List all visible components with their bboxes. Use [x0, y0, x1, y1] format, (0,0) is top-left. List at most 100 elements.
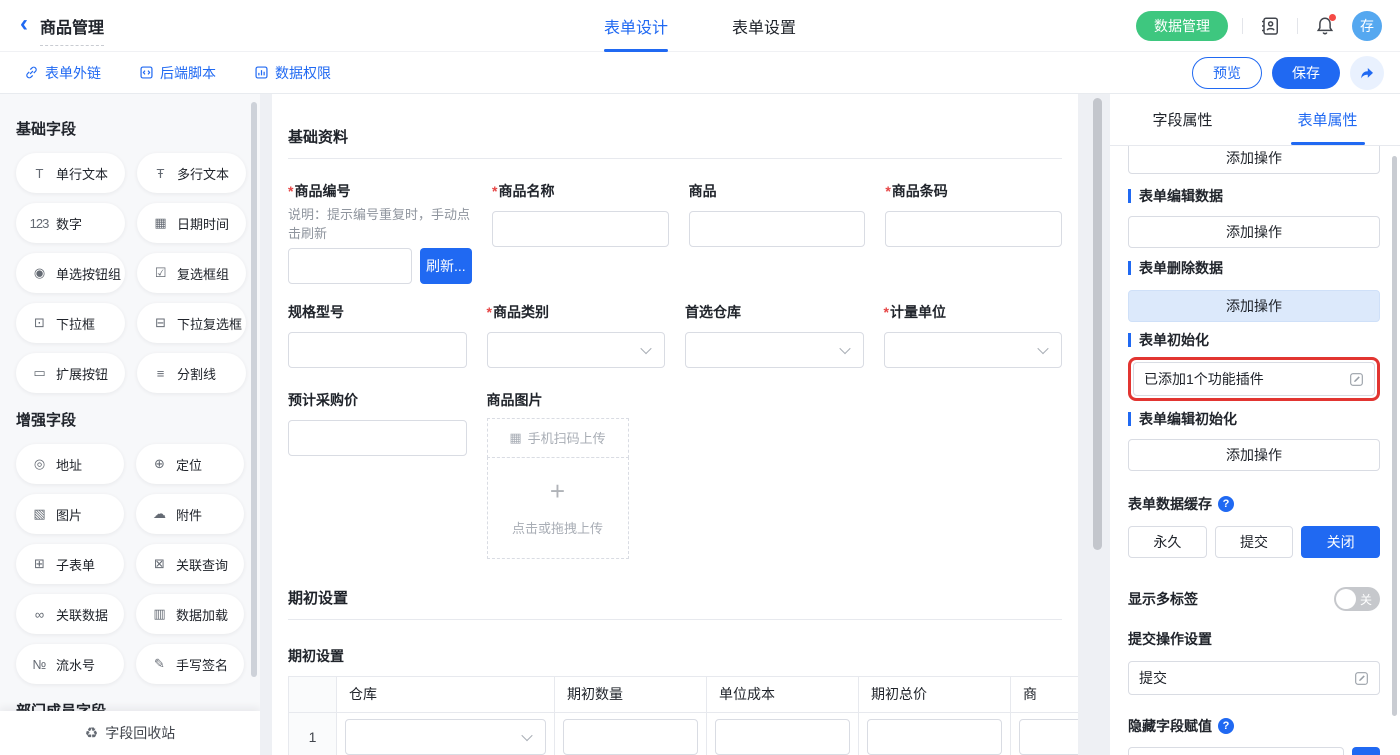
tab-form-settings[interactable]: 表单设置: [732, 0, 796, 52]
field-product-image[interactable]: 商品图片 ▦ 手机扫码上传 + 点击或拖拽上传: [487, 390, 666, 559]
hidden-assign-field[interactable]: 始终重新计算: [1128, 747, 1344, 755]
edit-icon[interactable]: [1349, 372, 1364, 387]
sidebar-item-label: 复选框组: [177, 264, 229, 283]
row-clipped-input[interactable]: [1019, 719, 1078, 755]
sidebar-item-signature[interactable]: ✎手写签名: [136, 644, 244, 684]
chevron-down-icon: [1037, 343, 1048, 354]
chevron-down-icon: [521, 730, 532, 741]
field-barcode[interactable]: *商品条码: [885, 181, 1062, 247]
sidebar-item-subform[interactable]: ⊞子表单: [16, 544, 124, 584]
sidebar-item-extend-button[interactable]: ▭扩展按钮: [16, 353, 125, 393]
field-product-name[interactable]: *商品名称: [492, 181, 669, 247]
hidden-assign-config-button[interactable]: [1352, 747, 1380, 755]
contacts-book-icon[interactable]: [1257, 13, 1283, 39]
scan-upload-button[interactable]: ▦ 手机扫码上传: [487, 418, 629, 458]
notification-bell-icon[interactable]: [1312, 13, 1338, 39]
row-opening-total-input[interactable]: [867, 719, 1002, 755]
drop-upload-area[interactable]: + 点击或拖拽上传: [487, 457, 629, 559]
cache-option-close[interactable]: 关闭: [1301, 526, 1380, 558]
sidebar-item-multi-line-text[interactable]: Ŧ多行文本: [137, 153, 246, 193]
refresh-button[interactable]: 刷新...: [420, 248, 472, 284]
product-input[interactable]: [689, 211, 866, 247]
row-opening-qty-input[interactable]: [563, 719, 698, 755]
field-label: 商品类别: [493, 304, 549, 320]
field-spec[interactable]: 规格型号: [288, 302, 467, 368]
section-label: 表单编辑初始化: [1139, 409, 1237, 429]
add-action-button-clipped[interactable]: 添加操作: [1128, 146, 1380, 174]
add-action-button-delete-data[interactable]: 添加操作: [1128, 290, 1380, 322]
field-unit[interactable]: *计量单位: [884, 302, 1063, 368]
sidebar-item-location[interactable]: ⊕定位: [136, 444, 244, 484]
canvas-scrollbar[interactable]: [1093, 98, 1102, 550]
field-purchase-price[interactable]: 预计采购价: [288, 390, 467, 456]
sidebar-item-checkbox-group[interactable]: ☑复选框组: [137, 253, 246, 293]
warehouse-select[interactable]: [685, 332, 864, 368]
single-line-text-icon: T: [29, 166, 49, 181]
cache-option-group: 永久 提交 关闭: [1128, 526, 1380, 558]
field-warehouse[interactable]: 首选仓库: [685, 302, 864, 368]
sidebar-item-linked-query[interactable]: ⊠关联查询: [136, 544, 244, 584]
edit-icon[interactable]: [1354, 671, 1369, 686]
sidebar-item-linked-data[interactable]: ∞关联数据: [16, 594, 124, 634]
category-select[interactable]: [487, 332, 666, 368]
label-text: 表单数据缓存: [1128, 494, 1212, 514]
sidebar-item-datetime[interactable]: ▦日期时间: [137, 203, 246, 243]
field-category[interactable]: *商品类别: [487, 302, 666, 368]
table-row-cell: [555, 713, 707, 755]
sidebar-section-title: 增强字段: [16, 409, 244, 430]
row-unit-cost-input[interactable]: [715, 719, 850, 755]
help-icon[interactable]: ?: [1218, 718, 1234, 734]
panel-scrollbar[interactable]: [1392, 156, 1397, 716]
sidebar-item-multi-select[interactable]: ⊟下拉复选框: [137, 303, 246, 343]
field-product[interactable]: 商品: [689, 181, 866, 247]
data-manage-button[interactable]: 数据管理: [1136, 11, 1228, 41]
cache-option-permanent[interactable]: 永久: [1128, 526, 1207, 558]
sidebar-item-number[interactable]: 123数字: [16, 203, 125, 243]
add-action-button-edit-data[interactable]: 添加操作: [1128, 216, 1380, 248]
form-init-plugin-field[interactable]: 已添加1个功能插件: [1133, 362, 1375, 396]
sidebar-item-attachment[interactable]: ☁附件: [136, 494, 244, 534]
data-permission[interactable]: 数据权限: [254, 63, 331, 83]
form-external-link[interactable]: 表单外链: [24, 63, 101, 83]
sidebar-item-serial-number[interactable]: №流水号: [16, 644, 124, 684]
share-button[interactable]: [1350, 56, 1384, 90]
sidebar-item-label: 关联查询: [176, 555, 228, 574]
help-icon[interactable]: ?: [1218, 496, 1234, 512]
sidebar-item-data-load[interactable]: ▥数据加载: [136, 594, 244, 634]
unit-select[interactable]: [884, 332, 1063, 368]
tab-form-properties[interactable]: 表单属性: [1255, 94, 1400, 145]
cache-option-submit[interactable]: 提交: [1215, 526, 1294, 558]
row-warehouse-select[interactable]: [345, 719, 546, 755]
field-sku[interactable]: *商品编号 说明：提示编号重复时，手动点击刷新 刷新...: [288, 181, 472, 284]
tab-field-properties[interactable]: 字段属性: [1110, 94, 1255, 145]
preview-button[interactable]: 预览: [1192, 57, 1262, 89]
sidebar-item-label: 附件: [176, 505, 202, 524]
user-avatar[interactable]: 存: [1352, 11, 1382, 41]
purchase-price-input[interactable]: [288, 420, 467, 456]
back-icon[interactable]: ‹: [20, 12, 28, 36]
submit-action-setting-label: 提交操作设置: [1128, 631, 1380, 647]
sidebar-item-image[interactable]: ▧图片: [16, 494, 124, 534]
subform-title: 期初设置: [288, 646, 1062, 666]
backend-script[interactable]: 后端脚本: [139, 63, 216, 83]
page-title[interactable]: 商品管理: [40, 14, 104, 46]
sidebar-item-divider[interactable]: ≡分割线: [137, 353, 246, 393]
sidebar-item-select[interactable]: ⊡下拉框: [16, 303, 125, 343]
sidebar-scrollbar[interactable]: [251, 102, 257, 677]
sidebar-item-address[interactable]: ◎地址: [16, 444, 124, 484]
multi-tab-toggle[interactable]: 关: [1334, 587, 1380, 611]
sku-input[interactable]: [288, 248, 412, 284]
spec-input[interactable]: [288, 332, 467, 368]
required-mark: *: [487, 304, 492, 320]
sidebar-item-single-line-text[interactable]: T单行文本: [16, 153, 125, 193]
tab-form-design[interactable]: 表单设计: [604, 0, 668, 52]
add-action-button-edit-init[interactable]: 添加操作: [1128, 439, 1380, 471]
link-label: 表单外链: [45, 63, 101, 83]
product-name-input[interactable]: [492, 211, 669, 247]
save-button[interactable]: 保存: [1272, 57, 1340, 89]
barcode-input[interactable]: [885, 211, 1062, 247]
panel-tabs: 字段属性 表单属性: [1110, 94, 1400, 146]
sidebar-item-radio-group[interactable]: ◉单选按钮组: [16, 253, 125, 293]
field-recycle-bin[interactable]: ♻ 字段回收站: [0, 711, 260, 755]
submit-action-field[interactable]: 提交: [1128, 661, 1380, 695]
